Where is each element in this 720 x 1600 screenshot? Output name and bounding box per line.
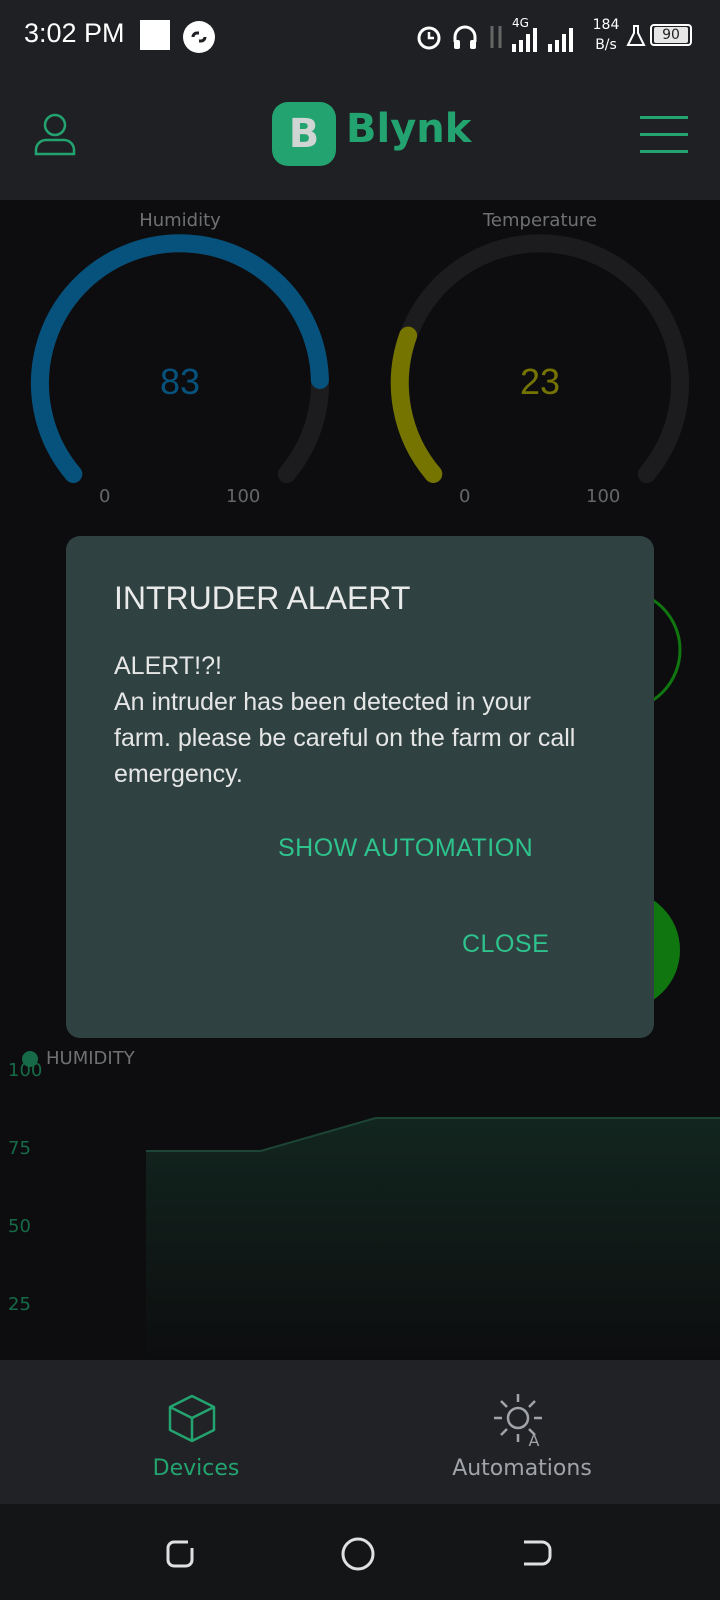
flask-icon xyxy=(626,25,646,46)
status-bar: 3:02 PM 4G 184 B/s 90 xyxy=(0,0,720,72)
alarm-icon xyxy=(417,26,441,50)
app-bar: B Blynk xyxy=(0,72,720,200)
bottom-nav: Devices A Automations xyxy=(0,1360,720,1504)
dialog-title: INTRUDER ALAERT xyxy=(114,580,411,616)
device-cube-icon xyxy=(168,1394,216,1443)
svg-text:A: A xyxy=(529,1431,540,1448)
back-button[interactable] xyxy=(520,1536,554,1570)
data-transfer-icon xyxy=(490,26,502,48)
dialog-body: ALERT!?! An intruder has been detected i… xyxy=(114,652,576,788)
nav-devices-label: Devices xyxy=(152,1456,240,1481)
status-time: 3:02 PM xyxy=(24,18,125,48)
status-icons: 4G 184 B/s 90 xyxy=(414,16,694,56)
close-button[interactable]: CLOSE xyxy=(462,930,549,959)
system-nav-bar xyxy=(0,1504,720,1600)
logo-letter: B xyxy=(288,111,320,157)
home-button[interactable] xyxy=(340,1536,376,1572)
speed-unit: B/s xyxy=(595,37,617,53)
battery-icon: 90 xyxy=(650,24,692,46)
link-notification-icon xyxy=(183,21,215,53)
nav-devices[interactable]: Devices xyxy=(16,1360,376,1504)
notification-square-icon xyxy=(140,20,170,50)
battery-level: 90 xyxy=(654,27,688,43)
nav-automations[interactable]: A Automations xyxy=(342,1360,702,1504)
show-automation-button[interactable]: SHOW AUTOMATION xyxy=(278,834,533,863)
intruder-alert-dialog: INTRUDER ALAERT ALERT!?! An intruder has… xyxy=(66,536,654,1038)
user-icon[interactable] xyxy=(34,112,76,156)
logo-text: Blynk xyxy=(346,106,472,152)
recents-button[interactable] xyxy=(162,1536,196,1570)
nav-automations-label: Automations xyxy=(452,1456,592,1481)
automation-sun-icon: A xyxy=(494,1394,542,1448)
headphones-icon xyxy=(453,25,477,49)
speed-value: 184 xyxy=(592,17,620,33)
signal-icon xyxy=(512,28,573,52)
menu-icon[interactable] xyxy=(640,116,688,153)
